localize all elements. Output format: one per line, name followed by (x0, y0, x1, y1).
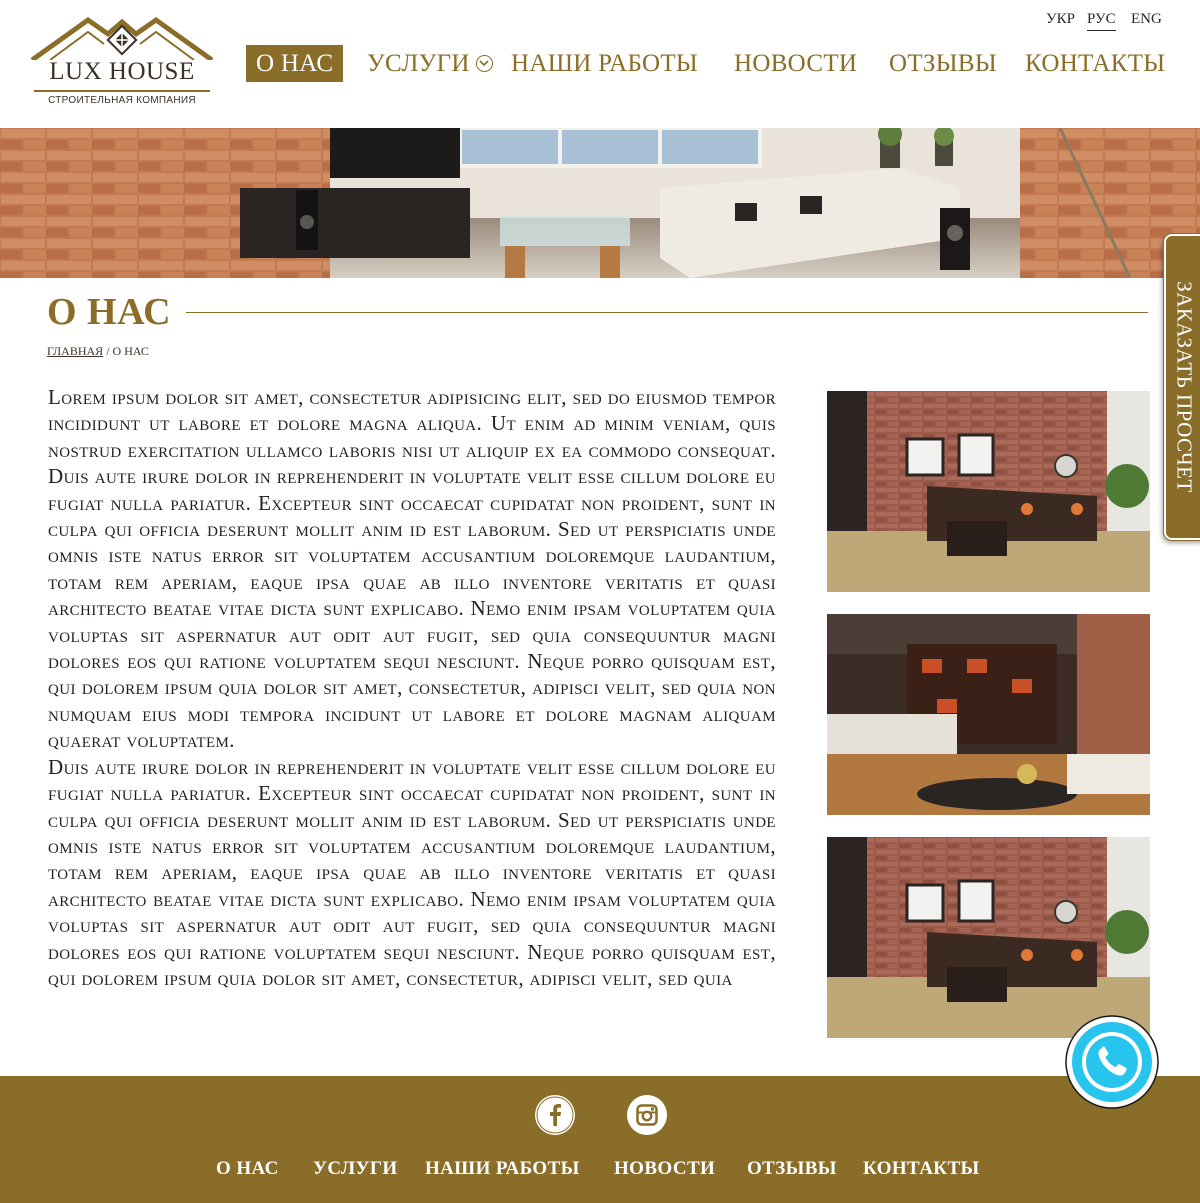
logo[interactable]: LUX HOUSE СТРОИТЕЛЬНАЯ КОМПАНИЯ (30, 14, 214, 110)
house-roof-icon (30, 16, 214, 60)
nav-about[interactable]: О НАС (246, 45, 344, 82)
breadcrumb-separator: / (103, 344, 113, 358)
lang-rus[interactable]: РУС (1087, 11, 1116, 31)
logo-name: LUX HOUSE (49, 58, 195, 85)
article-body: Lorem ipsum dolor sit amet, consectetur … (48, 384, 776, 1044)
nav-our-works[interactable]: НАШИ РАБОТЫ (511, 45, 698, 82)
logo-tagline: СТРОИТЕЛЬНАЯ КОМПАНИЯ (48, 95, 196, 106)
footer-nav-news[interactable]: НОВОСТИ (614, 1158, 715, 1180)
interior-photo-1[interactable] (827, 391, 1150, 592)
footer-nav-services[interactable]: УСЛУГИ (313, 1158, 398, 1180)
facebook-icon[interactable] (535, 1095, 575, 1135)
lang-ukr[interactable]: УКР (1046, 11, 1075, 31)
footer-nav-our-works[interactable]: НАШИ РАБОТЫ (425, 1158, 580, 1180)
interior-photo-3[interactable] (827, 837, 1150, 1038)
nav-contacts[interactable]: КОНТАКТЫ (1025, 45, 1165, 82)
footer-nav-about[interactable]: О НАС (216, 1158, 279, 1180)
article-paragraph: Lorem ipsum dolor sit amet, consectetur … (48, 385, 776, 753)
callback-phone-button[interactable] (1064, 1014, 1160, 1110)
article-paragraph: Duis aute irure dolor in reprehenderit i… (48, 754, 776, 990)
breadcrumb-current: О НАС (112, 344, 149, 358)
order-estimate-button[interactable]: ЗАКАЗАТЬ ПРОСЧЕТ (1164, 234, 1200, 540)
interior-photo-2[interactable] (827, 614, 1150, 815)
nav-reviews[interactable]: ОТЗЫВЫ (889, 45, 997, 82)
chevron-down-icon[interactable] (476, 55, 493, 72)
title-divider (186, 312, 1148, 313)
site-header: LUX HOUSE СТРОИТЕЛЬНАЯ КОМПАНИЯ УКР РУС … (0, 0, 1200, 128)
order-estimate-label: ЗАКАЗАТЬ ПРОСЧЕТ (1172, 281, 1197, 493)
site-footer (0, 1076, 1200, 1203)
footer-nav-contacts[interactable]: КОНТАКТЫ (863, 1158, 980, 1180)
logo-divider (34, 90, 210, 92)
hero-banner-image (0, 128, 1200, 278)
nav-services[interactable]: УСЛУГИ (367, 45, 470, 82)
breadcrumb-home-link[interactable]: ГЛАВНАЯ (47, 344, 103, 358)
instagram-icon[interactable] (627, 1095, 667, 1135)
lang-eng[interactable]: ENG (1131, 11, 1162, 31)
page-title: О НАС (47, 291, 172, 333)
nav-news[interactable]: НОВОСТИ (734, 45, 857, 82)
breadcrumb: ГЛАВНАЯ / О НАС (47, 344, 149, 359)
footer-nav-reviews[interactable]: ОТЗЫВЫ (747, 1158, 837, 1180)
